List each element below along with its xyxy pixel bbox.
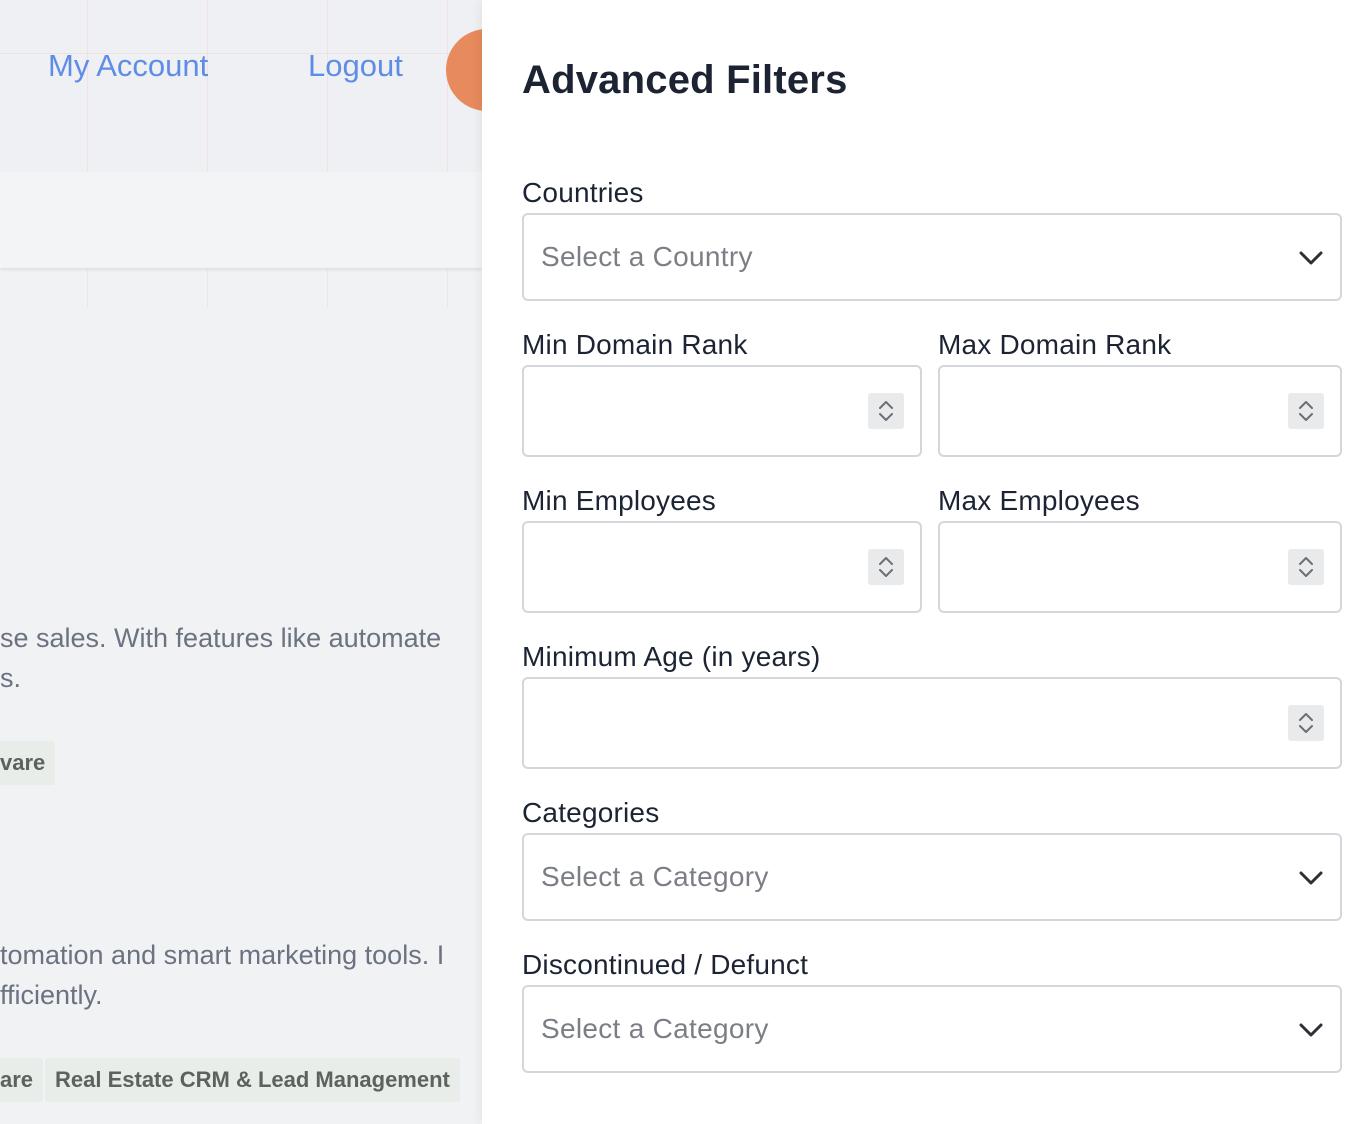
discontinued-label: Discontinued / Defunct xyxy=(522,949,809,980)
country-select[interactable]: Select a Country xyxy=(522,213,1342,301)
spinner-icon[interactable] xyxy=(1288,705,1324,741)
category-select[interactable]: Select a Category xyxy=(522,833,1342,921)
category-tag[interactable]: are xyxy=(0,1058,44,1102)
panel-title: Advanced Filters xyxy=(522,58,848,102)
category-tag[interactable]: Real Estate CRM & Lead Management xyxy=(45,1058,460,1102)
spinner-icon[interactable] xyxy=(868,393,904,429)
description-line: fficiently. xyxy=(0,980,103,1010)
search-bar[interactable] xyxy=(0,172,482,268)
spinner-icon[interactable] xyxy=(1288,393,1324,429)
country-select-placeholder: Select a Country xyxy=(541,241,753,272)
countries-label: Countries xyxy=(522,177,644,208)
discontinued-select-placeholder: Select a Category xyxy=(541,1013,769,1044)
max-domain-rank-input[interactable] xyxy=(938,365,1342,457)
minimum-age-label: Minimum Age (in years) xyxy=(522,641,821,672)
background-page: My Account Logout se sales. With feature… xyxy=(0,0,482,1124)
advanced-filters-panel: Advanced Filters Countries Select a Coun… xyxy=(482,0,1372,1124)
category-select-placeholder: Select a Category xyxy=(541,861,769,892)
grid-background xyxy=(0,270,482,308)
chevron-down-icon xyxy=(1299,871,1323,885)
discontinued-select[interactable]: Select a Category xyxy=(522,985,1342,1073)
chevron-down-icon xyxy=(1299,1023,1323,1037)
chevron-down-icon xyxy=(1299,251,1323,265)
description-line: tomation and smart marketing tools. I xyxy=(0,940,445,970)
description-line: se sales. With features like automate xyxy=(0,623,442,653)
spinner-icon[interactable] xyxy=(868,549,904,585)
categories-label: Categories xyxy=(522,797,660,828)
listing-description: se sales. With features like automate s. xyxy=(0,618,441,698)
min-domain-rank-input[interactable] xyxy=(522,365,922,457)
avatar[interactable] xyxy=(446,29,482,111)
max-employees-input[interactable] xyxy=(938,521,1342,613)
spinner-icon[interactable] xyxy=(1288,549,1324,585)
top-nav: My Account Logout xyxy=(0,0,482,172)
min-employees-label: Min Employees xyxy=(522,485,717,516)
logout-link[interactable]: Logout xyxy=(308,48,403,84)
minimum-age-input[interactable] xyxy=(522,677,1342,769)
min-domain-rank-label: Min Domain Rank xyxy=(522,329,748,360)
my-account-link[interactable]: My Account xyxy=(48,48,208,84)
max-employees-label: Max Employees xyxy=(938,485,1140,516)
min-employees-input[interactable] xyxy=(522,521,922,613)
max-domain-rank-label: Max Domain Rank xyxy=(938,329,1172,360)
category-tag[interactable]: vare xyxy=(0,741,56,785)
listing-description: tomation and smart marketing tools. I ff… xyxy=(0,935,444,1015)
description-line: s. xyxy=(0,663,22,693)
